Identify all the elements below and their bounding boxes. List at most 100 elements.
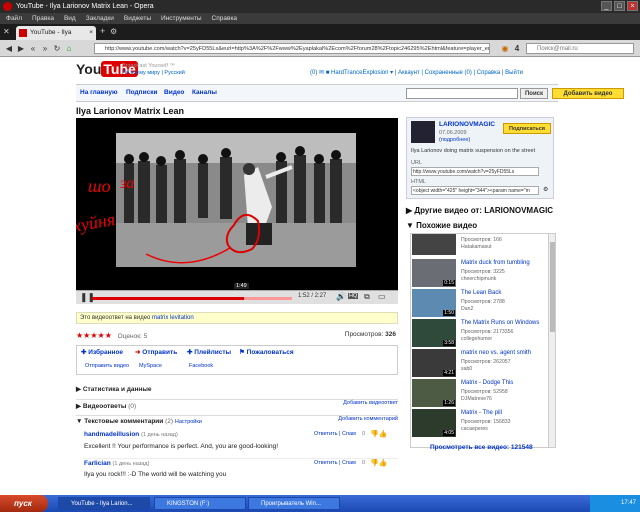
reload-icon[interactable]: ↻	[52, 43, 62, 54]
task-kingston[interactable]: KINGSTON (F:)	[154, 497, 246, 510]
nav-home[interactable]: На главную	[80, 89, 118, 96]
rss-icon[interactable]: ◉	[500, 43, 510, 54]
settings-icon[interactable]: ⚙	[110, 27, 117, 36]
more-from-header[interactable]: ▶ Другие видео от: LARIONOVMAGIC	[406, 206, 553, 215]
new-tab-icon[interactable]: +	[100, 26, 105, 36]
channel-name[interactable]: LARIONOVMAGIC	[439, 121, 495, 128]
channel-avatar[interactable]	[411, 121, 435, 143]
response-banner: Это видеоответ на видео matrix levitatio…	[76, 312, 398, 324]
video-thumbnail[interactable]	[412, 234, 456, 255]
video-thumbnail[interactable]: 0:15	[412, 259, 456, 287]
home-icon[interactable]: ⌂	[64, 43, 74, 54]
add-video-response-link[interactable]: Добавить видеоответ	[343, 400, 398, 406]
nav-subscriptions[interactable]: Подписки	[126, 89, 157, 96]
share-sub-send[interactable]: Отправить видео	[85, 363, 129, 369]
url-field[interactable]: http://www.youtube.com/watch?v=25yFD55Ls	[411, 167, 539, 176]
related-title[interactable]: matrix neo vs. agent smith	[461, 350, 531, 356]
search-engine-icon[interactable]: 4	[512, 43, 522, 54]
playlists-button[interactable]: ✚ Плейлисты	[187, 348, 231, 356]
volume-icon[interactable]: 🔊	[336, 292, 346, 301]
fullscreen-icon[interactable]: ▭	[378, 292, 386, 301]
progress-bar[interactable]	[92, 297, 292, 300]
related-title[interactable]: Matrix - Dodge This	[461, 380, 513, 386]
fast-forward-icon[interactable]: »	[40, 43, 50, 54]
comments-settings-link[interactable]: Настройки	[175, 419, 202, 425]
video-player[interactable]: шо за хуйня ❚❚ 1:52 / 2:27 🔊 HQ ⧉ ▭	[76, 118, 398, 304]
search-input[interactable]: Поиск@mail.ru	[526, 43, 634, 54]
embed-field[interactable]: <object width="425" height="344"><param …	[411, 186, 539, 195]
youtube-search-button[interactable]: Поиск	[520, 88, 548, 99]
youtube-search-input[interactable]	[406, 88, 518, 99]
progress-fill	[92, 297, 244, 300]
star-rating-icon[interactable]: ★★★★★	[76, 331, 112, 340]
popout-icon[interactable]: ⧉	[364, 292, 370, 302]
related-title[interactable]: Matrix - The pill	[461, 410, 502, 416]
comment-author[interactable]: handmadeillusion	[84, 431, 139, 438]
start-button[interactable]: пуск	[0, 495, 48, 512]
nav-videos[interactable]: Видео	[164, 89, 184, 96]
related-scrollbar[interactable]	[548, 234, 555, 447]
comment-author[interactable]: Farlician	[84, 460, 111, 467]
reply-link[interactable]: Ответить | Спам	[314, 460, 356, 466]
menu-bookmarks[interactable]: Закладки	[86, 13, 114, 24]
subscribe-button[interactable]: Подписаться	[503, 123, 551, 134]
tools-icon[interactable]: ✕	[3, 27, 10, 36]
close-tab-icon[interactable]: ×	[89, 26, 93, 40]
comments-section[interactable]: ▼ Текстовые комментарии (2) Настройки До…	[76, 415, 398, 425]
task-media-player[interactable]: Проигрыватель Win...	[248, 497, 340, 510]
user-bar[interactable]: (0) ✉ ■ HardTranceExplosion ▾ | Аккаунт …	[310, 69, 523, 76]
share-myspace[interactable]: MySpace	[139, 363, 162, 369]
thumbs-icon[interactable]: 👎👍	[370, 430, 387, 438]
thumbs-icon[interactable]: 👎👍	[370, 459, 387, 467]
close-button[interactable]: ×	[627, 1, 638, 11]
list-item[interactable]: 3:58 The Matrix Runs on Windows Просмотр…	[411, 318, 547, 348]
all-related-link[interactable]: Просмотреть все видео: 121548	[430, 444, 533, 451]
video-thumbnail[interactable]: 4:21	[412, 349, 456, 377]
minimize-button[interactable]: _	[601, 1, 612, 11]
related-title[interactable]: The Lean Back	[461, 290, 501, 296]
tab-youtube[interactable]: YouTube - Ilya Larionov... ×	[16, 26, 96, 50]
related-title[interactable]: Matrix duck from tumbling	[461, 260, 530, 266]
more-info-link[interactable]: (подробнее)	[439, 137, 470, 143]
locale-links[interactable]: По всему миру | Русский	[122, 70, 185, 76]
share-button[interactable]: ➜ Отправить	[135, 348, 177, 356]
video-thumbnail[interactable]: 3:58	[412, 319, 456, 347]
menu-tools[interactable]: Инструменты	[161, 13, 202, 24]
list-item[interactable]: 0:15 Matrix duck from tumbling Просмотро…	[411, 258, 547, 288]
embed-settings-icon[interactable]: ⚙	[543, 186, 548, 193]
video-responses-section[interactable]: ▶ Видеоответы (0) Добавить видеоответ	[76, 399, 398, 410]
address-input[interactable]: http://www.youtube.com/watch?v=25yFD55Ls…	[94, 43, 490, 54]
clock: 17:47	[620, 500, 636, 506]
favorite-button[interactable]: ✚ Избранное	[81, 348, 123, 356]
share-facebook[interactable]: Facebook	[189, 363, 213, 369]
nav-channels[interactable]: Каналы	[192, 89, 217, 96]
menu-edit[interactable]: Правка	[32, 13, 54, 24]
stats-section[interactable]: ▶ Статистика и данные	[76, 385, 398, 393]
scroll-thumb[interactable]	[550, 242, 555, 332]
menu-widgets[interactable]: Виджеты	[124, 13, 151, 24]
menu-help[interactable]: Справка	[212, 13, 238, 24]
back-icon[interactable]: ◀	[4, 43, 14, 54]
upload-button[interactable]: Добавить видео	[552, 88, 624, 99]
menu-view[interactable]: Вид	[64, 13, 76, 24]
task-opera[interactable]: YouTube - Ilya Larion...	[58, 497, 150, 510]
forward-icon[interactable]: ▶	[16, 43, 26, 54]
list-item[interactable]: 4:21 matrix neo vs. agent smith Просмотр…	[411, 348, 547, 378]
list-item[interactable]: 1:50 The Lean Back Просмотров: 2788 Dan2	[411, 288, 547, 318]
maximize-button[interactable]: □	[614, 1, 625, 11]
related-header[interactable]: ▼ Похожие видео	[406, 221, 477, 230]
flag-button[interactable]: ⚑ Пожаловаться	[239, 348, 294, 356]
reply-link[interactable]: Ответить | Спам	[314, 431, 356, 437]
add-comment-link[interactable]: Добавить комментарий	[338, 416, 398, 422]
list-item[interactable]: 4:05 Matrix - The pill Просмотров: 15683…	[411, 408, 547, 438]
list-item[interactable]: Просмотров: 166 Hatakamasut	[411, 234, 547, 256]
video-thumbnail[interactable]: 1:50	[412, 289, 456, 317]
rewind-icon[interactable]: «	[28, 43, 38, 54]
hq-icon[interactable]: HQ	[348, 293, 359, 299]
related-title[interactable]: The Matrix Runs on Windows	[461, 320, 539, 326]
video-thumbnail[interactable]: 4:05	[412, 409, 456, 437]
video-thumbnail[interactable]: 1:26	[412, 379, 456, 407]
list-item[interactable]: 1:26 Matrix - Dodge This Просмотров: 529…	[411, 378, 547, 408]
response-link[interactable]: matrix levitation	[152, 315, 194, 321]
menu-file[interactable]: Файл	[6, 13, 22, 24]
